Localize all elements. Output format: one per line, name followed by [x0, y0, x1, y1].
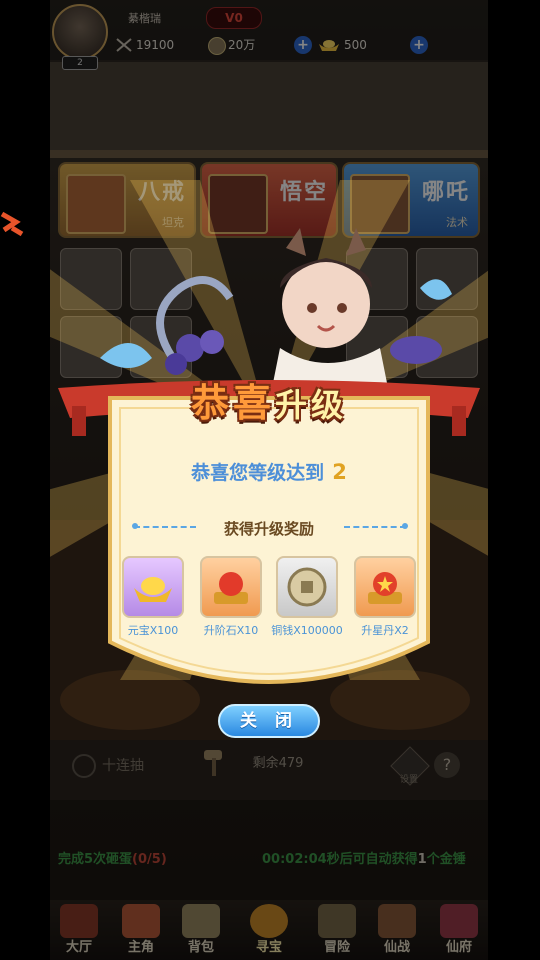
title-levelup: 升级 — [275, 386, 348, 424]
gold-ingot-icon — [134, 577, 172, 602]
new-level: 2 — [332, 460, 347, 484]
divider-dot — [402, 523, 408, 529]
reward-label: 升星丹X2 — [361, 624, 409, 637]
screen: 2 綦楷瑞 V0 19100 20万 + 500 + 八戒 坦克 悟空 — [0, 0, 540, 960]
reward-upgrade-stone[interactable] — [200, 556, 262, 618]
divider-right — [344, 526, 406, 528]
level-message: 恭喜您等级达到 2 — [50, 458, 488, 485]
level-message-text: 恭喜您等级达到 — [191, 462, 325, 484]
reward-ingot[interactable] — [122, 556, 184, 618]
reward-label: 元宝X100 — [127, 624, 179, 637]
close-button[interactable]: 关 闭 — [218, 704, 320, 738]
dialog-panel — [108, 396, 430, 684]
red-stone-icon — [214, 572, 248, 604]
reward-copper-coin[interactable] — [276, 556, 338, 618]
reward-star-pill[interactable] — [354, 556, 416, 618]
copper-coin-icon — [287, 567, 327, 607]
reward-header: 获得升级奖励 — [223, 520, 314, 538]
title-congrats: 恭喜 — [190, 380, 275, 425]
dialog-title: 恭喜升级 — [50, 372, 488, 427]
app-logo-icon — [0, 211, 24, 237]
game-view: 2 綦楷瑞 V0 19100 20万 + 500 + 八戒 坦克 悟空 — [50, 0, 488, 960]
star-orb-icon — [368, 572, 402, 604]
reward-label: 铜钱X100000 — [271, 624, 343, 637]
